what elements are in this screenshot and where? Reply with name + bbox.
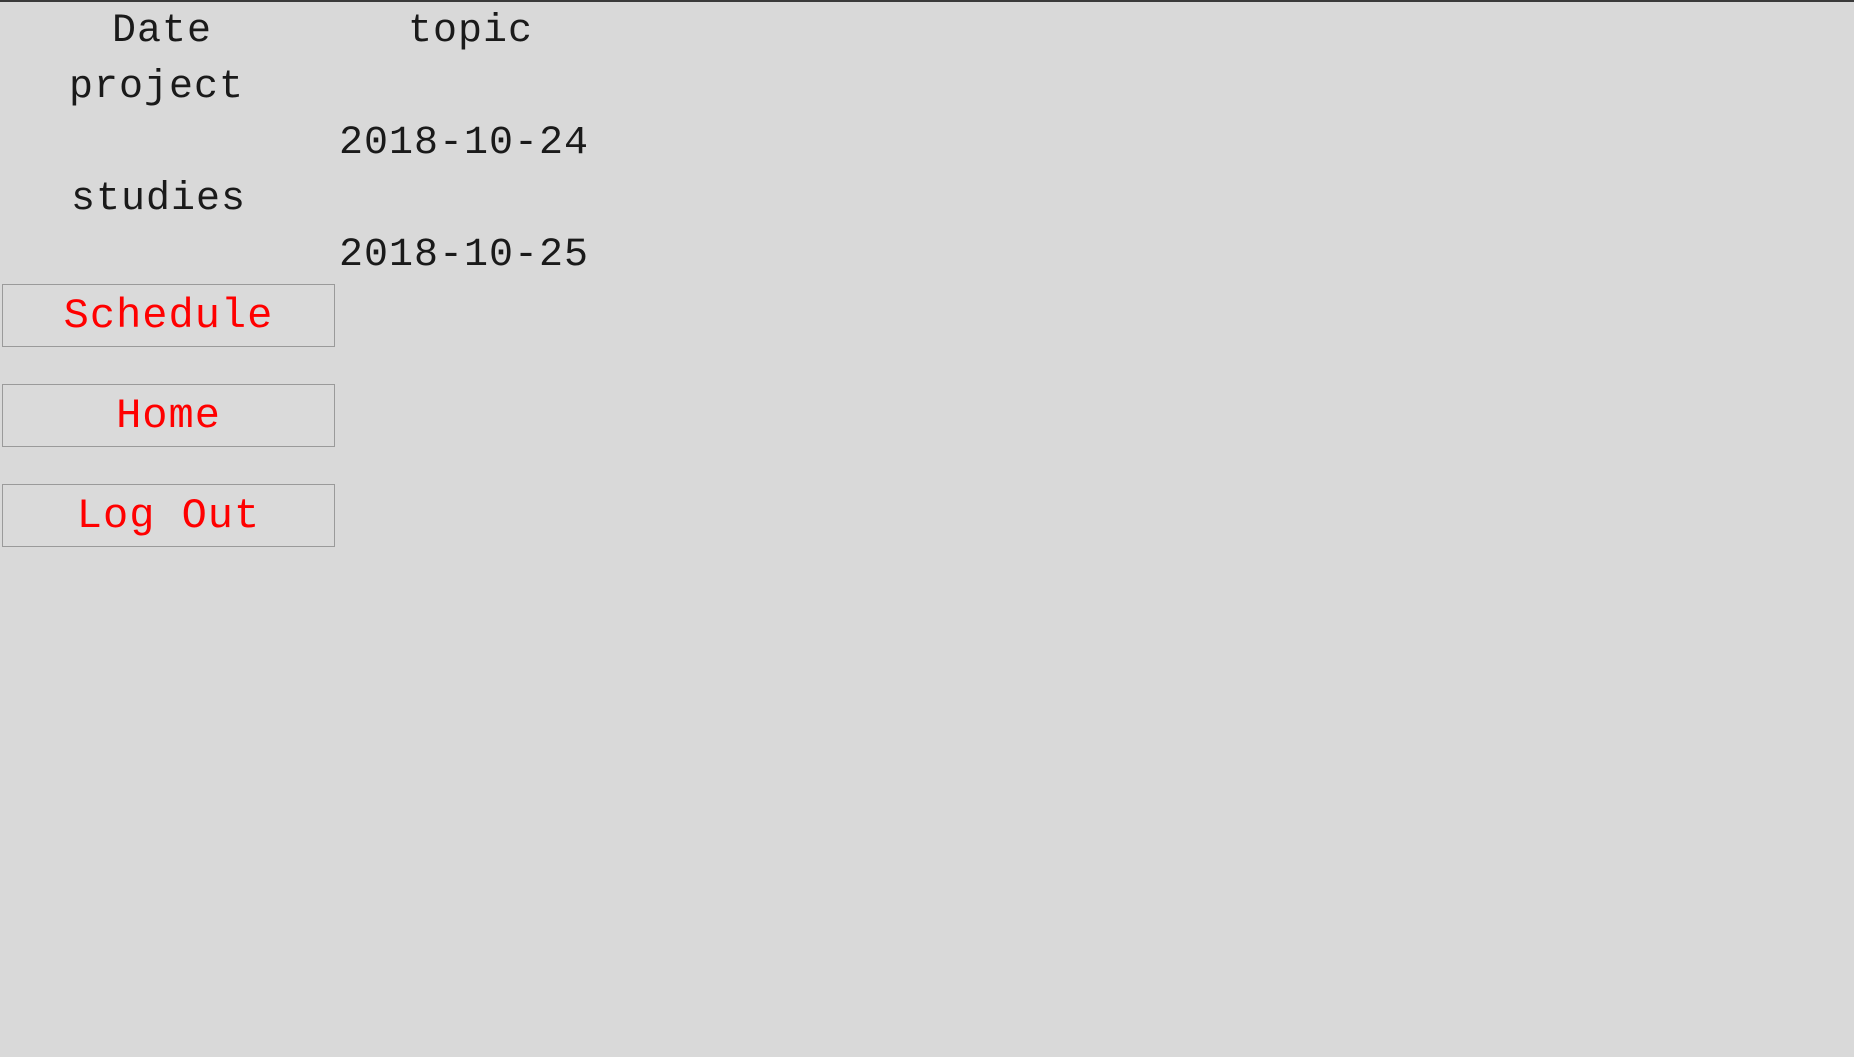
row-1-date: 2018-10-24 — [339, 121, 590, 166]
row-1-topic: project — [69, 65, 245, 110]
header-topic: topic — [408, 9, 534, 54]
row-2-topic: studies — [71, 177, 247, 222]
logout-button[interactable]: Log Out — [2, 484, 335, 547]
header-date: Date — [112, 9, 213, 54]
home-button[interactable]: Home — [2, 384, 335, 447]
row-2-date: 2018-10-25 — [339, 233, 590, 278]
schedule-button[interactable]: Schedule — [2, 284, 335, 347]
